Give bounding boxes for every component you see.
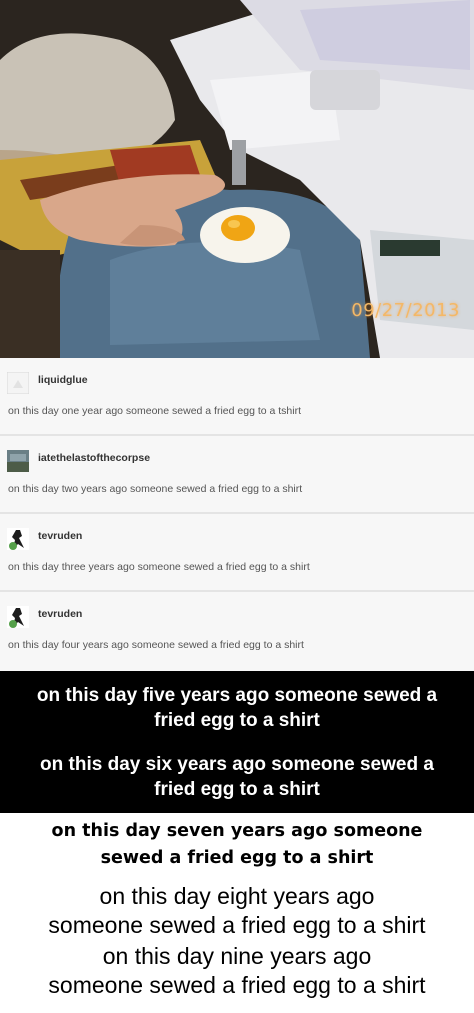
caption-nine-years: on this day nine years ago someone sewed… [0, 942, 474, 1000]
post-text: on this day four years ago someone sewed… [8, 639, 304, 651]
caption-line: someone sewed a fried egg to a shirt [48, 972, 426, 998]
date-stamp: 09/27/2013 [351, 300, 460, 321]
caption-eight-years: on this day eight years ago someone sewe… [0, 882, 474, 940]
post-iatethelastofthecorpse: iatethelastofthecorpse on this day two y… [0, 436, 474, 514]
caption-line: someone sewed a fried egg to a shirt [48, 912, 426, 938]
post-tevruden-1: tevruden on this day three years ago som… [0, 514, 474, 592]
post-username[interactable]: liquidglue [38, 374, 88, 386]
caption-line: fried egg to a shirt [154, 779, 320, 800]
caption-line: on this day nine years ago [102, 943, 372, 969]
post-username[interactable]: iatethelastofthecorpse [38, 452, 150, 464]
figure-avatar-icon [7, 528, 29, 550]
post-text: on this day three years ago someone sewe… [8, 561, 310, 573]
post-thread: liquidglue on this day one year ago some… [0, 358, 474, 671]
caption-line: on this day five years ago someone sewed… [36, 685, 438, 706]
post-text: on this day one year ago someone sewed a… [8, 405, 302, 417]
caption-five-years: on this day five years ago someone sewed… [0, 683, 474, 733]
figure-avatar-icon [7, 606, 29, 628]
post-text: on this day two years ago someone sewed … [8, 483, 303, 495]
post-liquidglue: liquidglue on this day one year ago some… [0, 358, 474, 436]
black-caption-block: on this day five years ago someone sewed… [0, 671, 474, 813]
caption-line: sewed a fried egg to a shirt [100, 848, 374, 868]
caption-line: on this day six years ago someone sewed … [40, 754, 434, 775]
white-caption-block: on this day seven years ago someone sewe… [0, 813, 474, 1013]
caption-line: on this day seven years ago someone [51, 821, 423, 841]
post-username[interactable]: tevruden [38, 530, 82, 542]
landscape-avatar-icon [7, 450, 29, 472]
photo: 09/27/2013 [0, 0, 474, 358]
blank-avatar-icon [7, 372, 29, 394]
caption-six-years: on this day six years ago someone sewed … [0, 752, 474, 802]
caption-line: fried egg to a shirt [154, 710, 320, 731]
caption-line: on this day eight years ago [99, 883, 375, 909]
post-tevruden-2: tevruden on this day four years ago some… [0, 592, 474, 670]
post-username[interactable]: tevruden [38, 608, 82, 620]
caption-seven-years: on this day seven years ago someone sewe… [0, 818, 474, 872]
